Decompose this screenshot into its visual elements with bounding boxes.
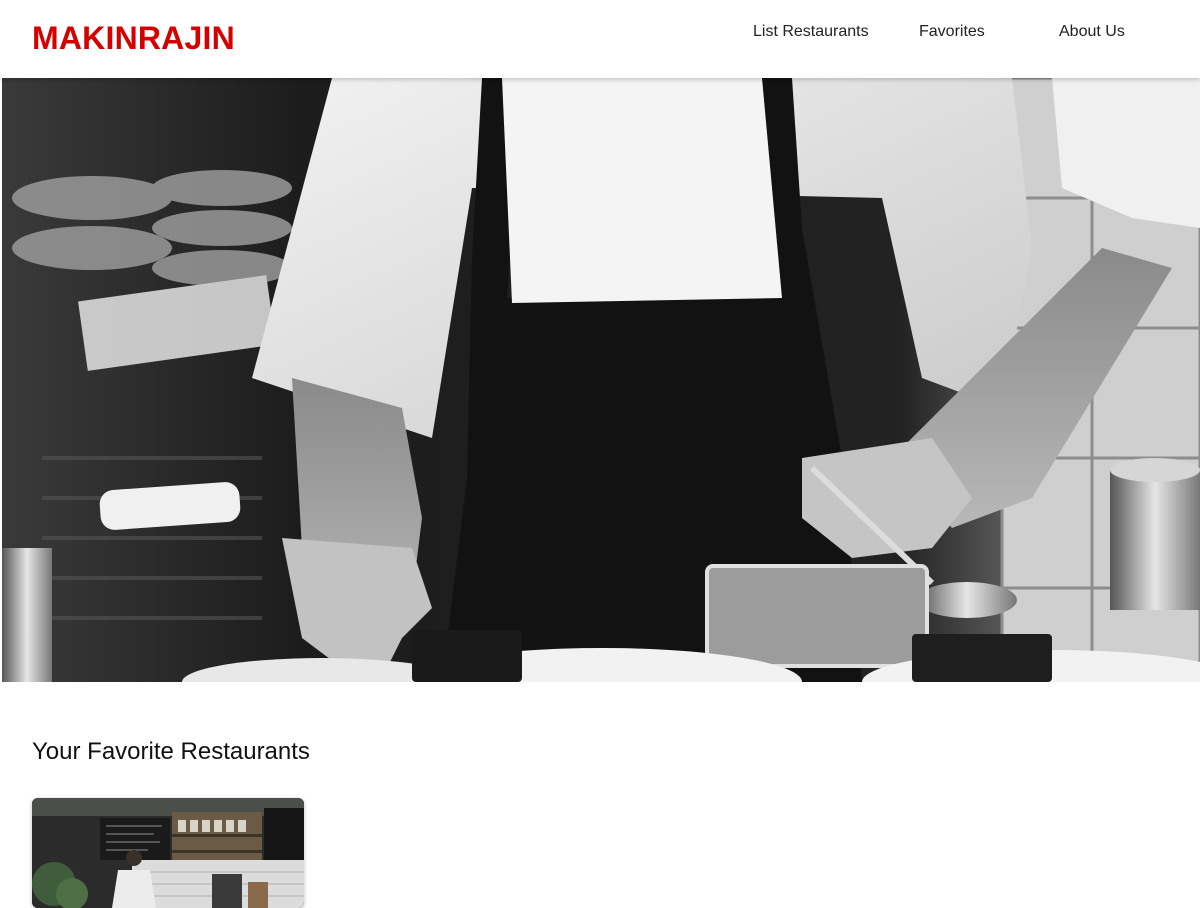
restaurant-card-image [32,798,304,908]
restaurant-card[interactable] [32,798,304,908]
favorites-section-title: Your Favorite Restaurants [32,738,310,765]
nav-link-favorites[interactable]: Favorites [919,22,985,42]
hero-chef-photo [2,78,1200,682]
hero-image [2,78,1200,682]
navbar: MAKINRAJIN List Restaurants Favorites Ab… [0,0,1200,78]
nav-link-about-us[interactable]: About Us [1059,22,1125,42]
brand-logo[interactable]: MAKINRAJIN [32,19,235,57]
nav-link-list-restaurants[interactable]: List Restaurants [753,22,869,42]
